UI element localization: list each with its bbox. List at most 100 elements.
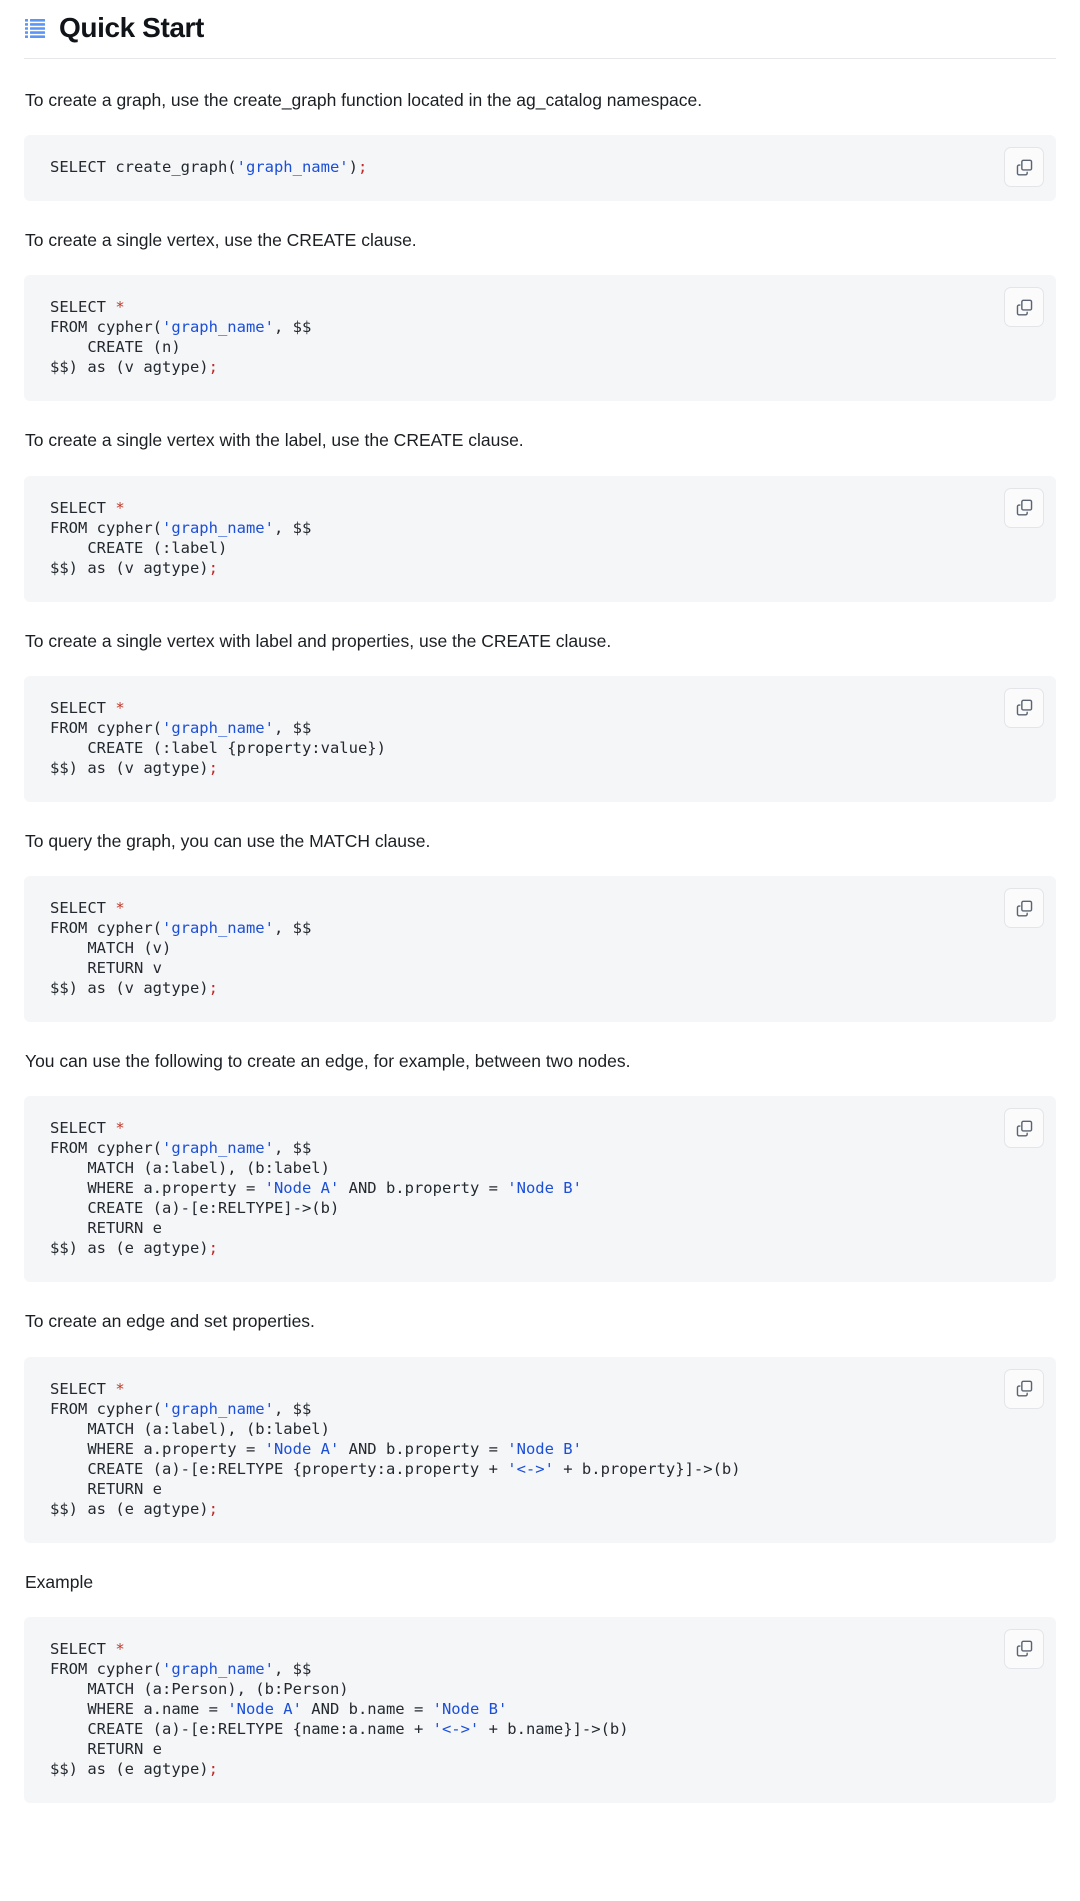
copy-icon: [1015, 498, 1034, 517]
copy-icon: [1015, 698, 1034, 717]
code-token: $$) as (v agtype): [50, 358, 209, 376]
code-token: RETURN e: [50, 1740, 162, 1758]
code-token: CREATE (:label): [50, 539, 227, 557]
code-content: SELECT * FROM cypher('graph_name', $$ MA…: [50, 1379, 1030, 1519]
code-token: *: [115, 298, 124, 316]
code-content: SELECT * FROM cypher('graph_name', $$ MA…: [50, 1639, 1030, 1779]
code-token: RETURN v: [50, 959, 162, 977]
code-content: SELECT create_graph('graph_name');: [50, 157, 1030, 177]
code-token: SELECT: [50, 1119, 115, 1137]
code-token: , $$: [274, 519, 311, 537]
copy-icon: [1015, 899, 1034, 918]
code-token: ;: [209, 1760, 218, 1778]
copy-icon: [1015, 158, 1034, 177]
code-token: WHERE a.name =: [50, 1700, 227, 1718]
code-token: MATCH (a:label), (b:label): [50, 1420, 330, 1438]
code-token: *: [115, 899, 124, 917]
page-header: Quick Start: [24, 0, 1056, 59]
code-token: SELECT: [50, 899, 115, 917]
code-token: *: [115, 499, 124, 517]
code-token: ;: [209, 559, 218, 577]
code-token: CREATE (n): [50, 338, 181, 356]
code-token: $$) as (v agtype): [50, 759, 209, 777]
paragraph: To create a single vertex with label and…: [24, 628, 1056, 654]
code-token: RETURN e: [50, 1480, 162, 1498]
code-token: $$) as (v agtype): [50, 979, 209, 997]
code-token: MATCH (v): [50, 939, 171, 957]
code-token: + b.name}]->(b): [479, 1720, 628, 1738]
code-token: ;: [209, 979, 218, 997]
code-token: FROM cypher(: [50, 719, 162, 737]
paragraph: To create a single vertex, use the CREAT…: [24, 227, 1056, 253]
code-token: CREATE (a)-[e:RELTYPE]->(b): [50, 1199, 339, 1217]
code-token: SELECT: [50, 699, 115, 717]
code-token: FROM cypher(: [50, 1139, 162, 1157]
code-token: $$) as (e agtype): [50, 1760, 209, 1778]
code-token: *: [115, 1640, 124, 1658]
code-token: WHERE a.property =: [50, 1179, 265, 1197]
code-token: + b.property}]->(b): [554, 1460, 741, 1478]
code-token: SELECT: [50, 1380, 115, 1398]
copy-code-button[interactable]: [1004, 1629, 1044, 1669]
copy-icon: [1015, 1639, 1034, 1658]
code-block-create-edge: SELECT * FROM cypher('graph_name', $$ MA…: [24, 1096, 1056, 1282]
paragraph: Example: [24, 1569, 1056, 1595]
code-token: , $$: [274, 719, 311, 737]
paragraph: To create a single vertex with the label…: [24, 427, 1056, 453]
code-token: CREATE (a)-[e:RELTYPE {property:a.proper…: [50, 1460, 507, 1478]
code-token: ): [349, 158, 358, 176]
code-token: *: [115, 1380, 124, 1398]
page-title: Quick Start: [59, 13, 204, 44]
code-token: ;: [209, 759, 218, 777]
code-token: MATCH (a:Person), (b:Person): [50, 1680, 349, 1698]
code-token: SELECT: [50, 298, 115, 316]
code-token: , $$: [274, 318, 311, 336]
code-content: SELECT * FROM cypher('graph_name', $$ MA…: [50, 898, 1030, 998]
code-token: SELECT: [50, 1640, 115, 1658]
code-token: FROM cypher(: [50, 1400, 162, 1418]
code-block-match-query: SELECT * FROM cypher('graph_name', $$ MA…: [24, 876, 1056, 1022]
code-token: , $$: [274, 1400, 311, 1418]
copy-code-button[interactable]: [1004, 147, 1044, 187]
code-token: CREATE (:label {property:value}): [50, 739, 386, 757]
code-token: AND b.property =: [339, 1440, 507, 1458]
code-token: 'Node A': [265, 1179, 340, 1197]
code-content: SELECT * FROM cypher('graph_name', $$ CR…: [50, 498, 1030, 578]
code-token: , $$: [274, 919, 311, 937]
paragraph: To create an edge and set properties.: [24, 1308, 1056, 1334]
code-token: FROM cypher(: [50, 919, 162, 937]
copy-code-button[interactable]: [1004, 488, 1044, 528]
code-token: 'graph_name': [162, 318, 274, 336]
code-token: 'Node A': [265, 1440, 340, 1458]
copy-code-button[interactable]: [1004, 1108, 1044, 1148]
copy-icon: [1015, 1119, 1034, 1138]
code-token: 'graph_name': [162, 1400, 274, 1418]
copy-code-button[interactable]: [1004, 1369, 1044, 1409]
code-token: CREATE (a)-[e:RELTYPE {name:a.name +: [50, 1720, 433, 1738]
code-token: 'Node B': [507, 1440, 582, 1458]
code-content: SELECT * FROM cypher('graph_name', $$ CR…: [50, 698, 1030, 778]
paragraph: To create a graph, use the create_graph …: [24, 87, 1056, 113]
code-token: 'graph_name': [162, 1139, 274, 1157]
copy-code-button[interactable]: [1004, 888, 1044, 928]
code-token: $$) as (v agtype): [50, 559, 209, 577]
code-token: '<->': [507, 1460, 554, 1478]
copy-code-button[interactable]: [1004, 688, 1044, 728]
code-token: 'Node B': [433, 1700, 508, 1718]
code-token: FROM cypher(: [50, 519, 162, 537]
code-token: ;: [358, 158, 367, 176]
paragraph: To query the graph, you can use the MATC…: [24, 828, 1056, 854]
code-token: MATCH (a:label), (b:label): [50, 1159, 330, 1177]
code-token: *: [115, 699, 124, 717]
code-token: , $$: [274, 1660, 311, 1678]
copy-code-button[interactable]: [1004, 287, 1044, 327]
code-token: 'graph_name': [162, 1660, 274, 1678]
copy-icon: [1015, 298, 1034, 317]
code-block-example: SELECT * FROM cypher('graph_name', $$ MA…: [24, 1617, 1056, 1803]
code-token: AND b.property =: [339, 1179, 507, 1197]
code-token: SELECT: [50, 499, 115, 517]
code-block-create-vertex-label: SELECT * FROM cypher('graph_name', $$ CR…: [24, 476, 1056, 602]
list-icon: [24, 17, 46, 39]
code-block-create-vertex: SELECT * FROM cypher('graph_name', $$ CR…: [24, 275, 1056, 401]
code-content: SELECT * FROM cypher('graph_name', $$ MA…: [50, 1118, 1030, 1258]
